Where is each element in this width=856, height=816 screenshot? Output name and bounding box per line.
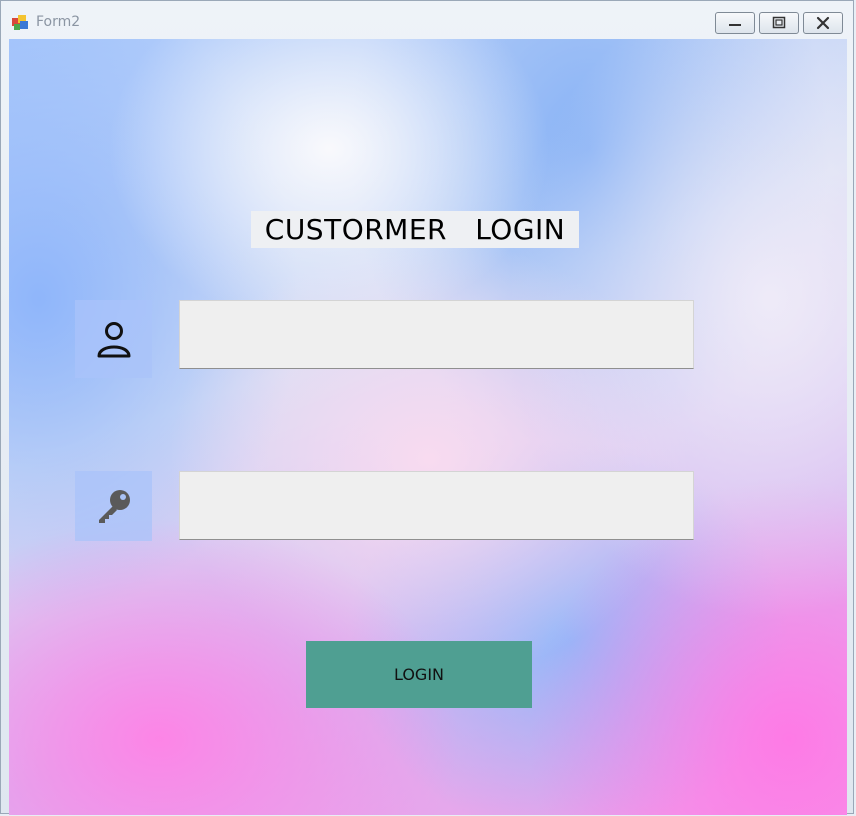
title-bar[interactable]: Form2 — [1, 1, 853, 39]
maximize-button[interactable] — [759, 12, 799, 34]
user-icon-box — [75, 300, 152, 378]
password-input[interactable] — [179, 471, 694, 540]
app-icon — [12, 15, 28, 30]
close-icon — [816, 16, 830, 30]
login-form: CUSTORMER LOGIN LOGIN — [9, 39, 847, 815]
key-icon-box — [75, 471, 152, 541]
minimize-button[interactable] — [715, 12, 755, 34]
user-icon — [97, 322, 130, 358]
login-button[interactable]: LOGIN — [306, 641, 532, 708]
username-input[interactable] — [179, 300, 694, 369]
window-title: Form2 — [36, 14, 81, 30]
minimize-icon — [729, 24, 741, 26]
app-window: Form2 CUSTORMER LOGIN LOGIN — [0, 0, 854, 815]
page-title: CUSTORMER LOGIN — [251, 211, 579, 248]
key-icon — [98, 490, 130, 523]
close-button[interactable] — [803, 12, 843, 34]
maximize-icon — [772, 16, 786, 29]
